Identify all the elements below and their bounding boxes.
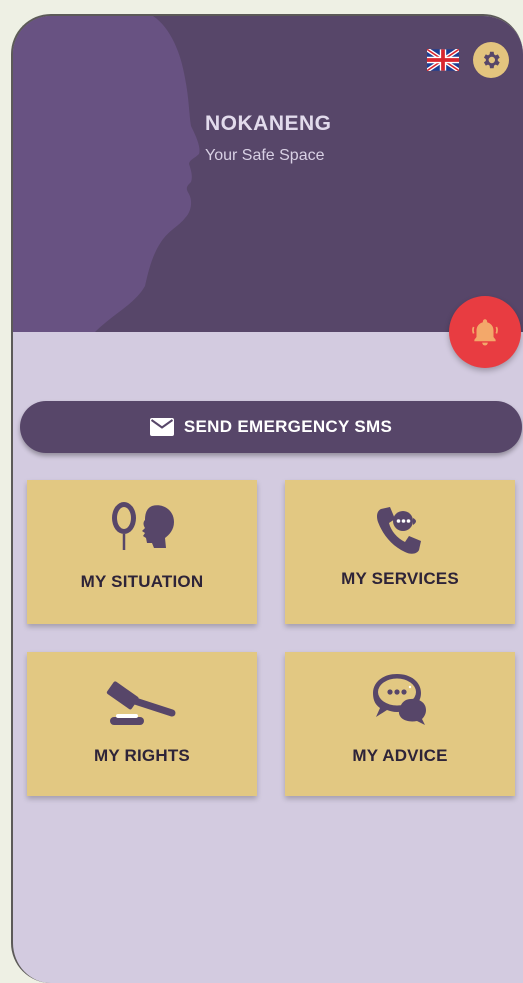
app-subtitle: Your Safe Space	[205, 147, 325, 164]
tile-my-rights[interactable]: MY RIGHTS	[27, 652, 257, 796]
tile-my-situation-label: MY SITUATION	[80, 572, 204, 591]
bell-icon	[472, 319, 498, 346]
gear-icon	[483, 51, 500, 69]
tile-my-rights-label: MY RIGHTS	[94, 746, 190, 765]
language-flag-button[interactable]	[425, 47, 461, 73]
panic-alarm-button[interactable]	[449, 296, 521, 368]
send-emergency-sms-label: SEND EMERGENCY SMS	[183, 417, 393, 436]
header-banner: NOKANENG Your Safe Space	[13, 16, 523, 332]
send-emergency-sms-button[interactable]: SEND EMERGENCY SMS	[20, 401, 522, 453]
tile-my-advice[interactable]: MY ADVICE	[285, 652, 515, 796]
tile-my-services[interactable]: MY SERVICES	[285, 480, 515, 624]
gavel-icon	[106, 681, 176, 725]
phone-screen: NOKANENG Your Safe Space SEND EMERGENCY …	[11, 14, 523, 983]
tile-my-advice-label: MY ADVICE	[352, 746, 448, 765]
app-title: NOKANENG	[205, 112, 332, 135]
mirror-face-icon	[112, 502, 174, 550]
tile-my-situation[interactable]: MY SITUATION	[27, 480, 257, 624]
envelope-icon	[149, 418, 174, 436]
tile-my-services-label: MY SERVICES	[341, 569, 459, 588]
phone-icon	[377, 507, 421, 554]
settings-button[interactable]	[473, 42, 509, 78]
chat-bubbles-icon	[373, 674, 426, 725]
woman-silhouette-icon	[13, 16, 200, 332]
uk-flag-icon	[425, 47, 461, 73]
